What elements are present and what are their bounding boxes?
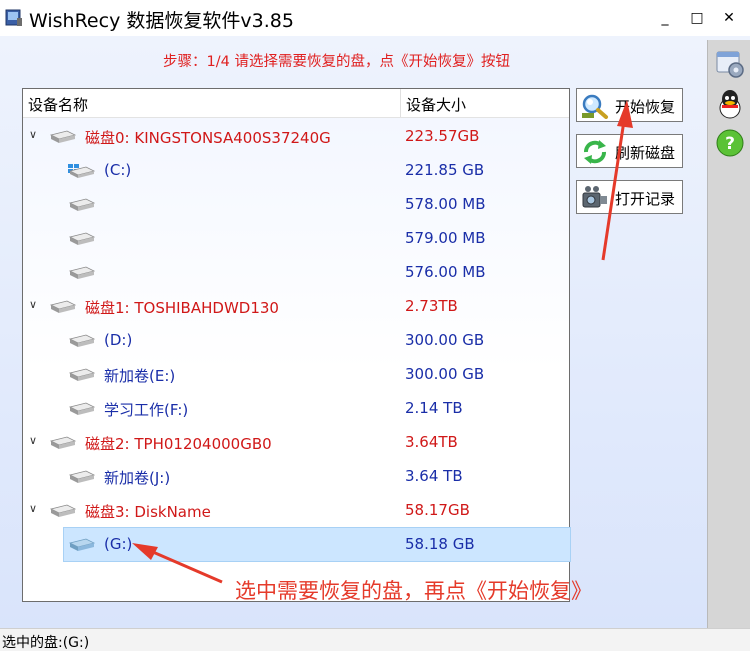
device-size: 3.64 TB [405, 467, 463, 485]
partition-row[interactable]: 579.00 MB [23, 222, 569, 256]
partition-name: (D:) [104, 331, 133, 349]
expand-collapse-icon[interactable]: ∨ [29, 502, 37, 515]
column-header-name[interactable]: 设备名称 [28, 94, 88, 115]
disk-row[interactable]: ∨ 磁盘2: TPH01204000GB0 3.64TB [23, 426, 569, 460]
side-toolbar: ? [707, 40, 750, 628]
disk-name: 磁盘1: TOSHIBAHDWD130 [85, 299, 279, 317]
start-recovery-button[interactable]: 开始恢复 [576, 88, 683, 122]
device-size: 58.17GB [405, 501, 470, 519]
start-recovery-label: 开始恢复 [615, 98, 676, 116]
partition-row[interactable]: (G:) 58.18 GB [23, 527, 571, 562]
expand-collapse-icon[interactable]: ∨ [29, 434, 37, 447]
disk-name: 磁盘0: KINGSTONSA400S37240G [85, 129, 331, 147]
maximize-button[interactable]: □ [682, 6, 712, 30]
expand-collapse-icon[interactable]: ∨ [29, 298, 37, 311]
camera-icon [582, 186, 607, 208]
column-header-size[interactable]: 设备大小 [406, 94, 466, 115]
help-icon[interactable]: ? [714, 128, 746, 160]
disk-row[interactable]: ∨ 磁盘0: KINGSTONSA400S37240G 223.57GB [23, 120, 569, 154]
refresh-disk-button[interactable]: 刷新磁盘 [576, 134, 683, 168]
status-bar: 选中的盘:(G:) [0, 628, 750, 651]
device-size: 221.85 GB [405, 161, 485, 179]
title-bar: WishRecy 数据恢复软件v3.85 _ □ ✕ [0, 0, 750, 36]
partition-row[interactable]: 学习工作(F:) 2.14 TB [23, 392, 569, 426]
disk-row[interactable]: ∨ 磁盘1: TOSHIBAHDWD130 2.73TB [23, 290, 569, 324]
device-size: 2.14 TB [405, 399, 463, 417]
device-size: 58.18 GB [405, 535, 475, 553]
open-log-button[interactable]: 打开记录 [576, 180, 683, 214]
disk-name: 磁盘2: TPH01204000GB0 [85, 435, 272, 453]
partition-name: (G:) [104, 535, 133, 553]
expand-collapse-icon[interactable]: ∨ [29, 128, 37, 141]
refresh-icon [584, 140, 606, 164]
selection-highlight [63, 527, 571, 562]
partition-row[interactable]: 新加卷(E:) 300.00 GB [23, 358, 569, 392]
svg-text:?: ? [725, 134, 735, 154]
refresh-disk-label: 刷新磁盘 [615, 144, 676, 162]
annotation-text: 选中需要恢复的盘，再点《开始恢复》 [235, 579, 592, 603]
disk-row[interactable]: ∨ 磁盘3: DiskName 58.17GB [23, 494, 569, 528]
partition-name: (C:) [104, 161, 132, 179]
column-separator[interactable] [400, 89, 401, 117]
list-header: 设备名称 设备大小 [23, 89, 569, 118]
device-size: 300.00 GB [405, 365, 485, 383]
status-text: 选中的盘:(G:) [2, 635, 90, 651]
partition-row[interactable]: (D:) 300.00 GB [23, 324, 569, 358]
device-size: 576.00 MB [405, 263, 486, 281]
partition-row[interactable]: (C:) 221.85 GB [23, 154, 569, 188]
partition-name: 新加卷(E:) [104, 367, 176, 385]
open-log-label: 打开记录 [615, 190, 676, 208]
close-button[interactable]: ✕ [714, 6, 744, 30]
device-size: 2.73TB [405, 297, 458, 315]
app-icon [5, 9, 22, 26]
device-list[interactable]: 设备名称 设备大小 ∨ 磁盘0: KINGSTONSA400S37240G 223.… [22, 88, 571, 602]
magnifier-icon [582, 94, 608, 119]
minimize-button[interactable]: _ [650, 6, 680, 30]
partition-row[interactable]: 578.00 MB [23, 188, 569, 222]
qq-icon[interactable] [714, 88, 746, 120]
step-instruction: 步骤：1/4 请选择需要恢复的盘，点《开始恢复》按钮 [163, 54, 510, 70]
partition-row[interactable]: 576.00 MB [23, 256, 569, 290]
device-size: 579.00 MB [405, 229, 486, 247]
partition-row[interactable]: 新加卷(J:) 3.64 TB [23, 460, 569, 494]
disk-name: 磁盘3: DiskName [85, 503, 211, 521]
window-title: WishRecy 数据恢复软件v3.85 [29, 10, 294, 32]
device-size: 300.00 GB [405, 331, 485, 349]
partition-name: 新加卷(J:) [104, 469, 171, 487]
device-size: 578.00 MB [405, 195, 486, 213]
device-size: 3.64TB [405, 433, 458, 451]
settings-icon[interactable] [714, 48, 746, 80]
device-size: 223.57GB [405, 127, 480, 145]
partition-name: 学习工作(F:) [104, 401, 189, 419]
